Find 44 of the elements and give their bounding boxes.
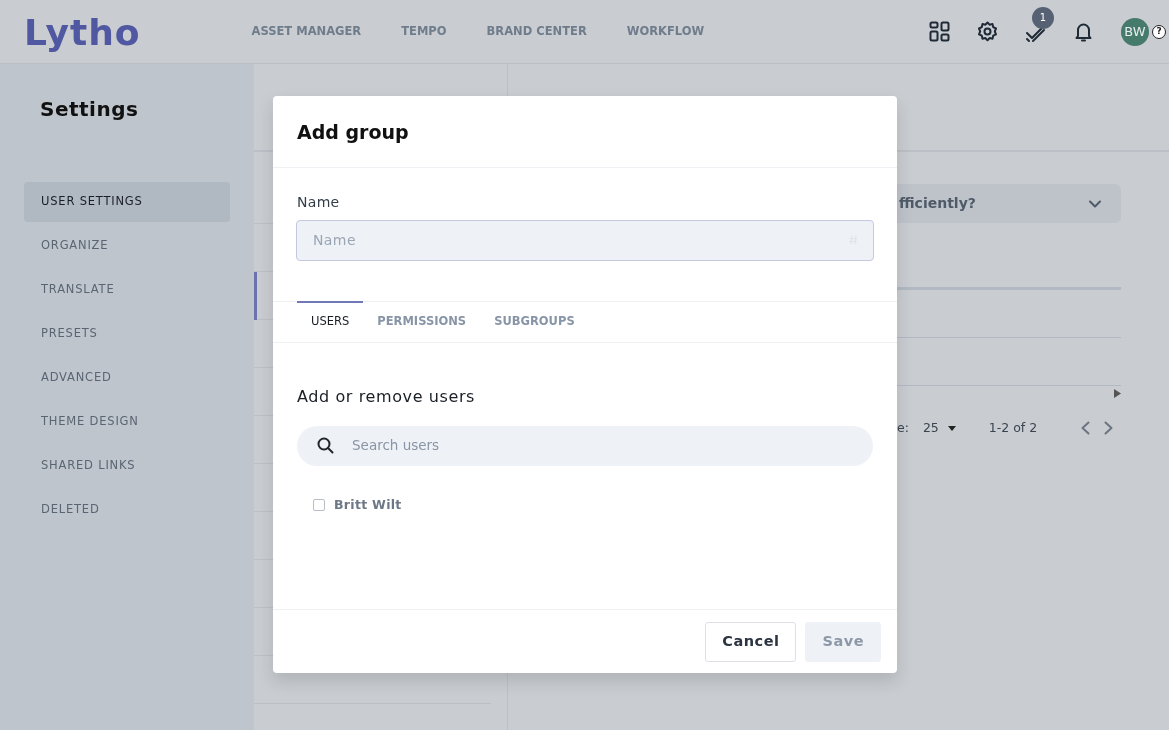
field-label: Name [297,192,341,212]
search-icon [317,437,334,454]
name-field[interactable]: Name [296,219,874,261]
chevron-down-icon [1089,199,1101,208]
tab[interactable]: PERMISSIONS [363,300,481,342]
notification-badge: 1 [1032,6,1054,29]
sidebar-item[interactable]: TRANSLATE [24,270,230,310]
chevron-left-icon[interactable] [1081,421,1091,436]
sidebar-item[interactable]: ADVANCED [24,358,230,398]
chevron-right-icon[interactable] [1104,421,1114,436]
apps-icon[interactable] [929,21,950,42]
section-title: Add or remove users [297,385,476,408]
user-avatar[interactable]: BW [1121,17,1149,46]
dialog-title: Add group [273,96,897,168]
sidebar-item[interactable]: ORGANIZE [24,226,230,266]
help-button[interactable]: ? [1152,24,1166,39]
tab[interactable]: SUBGROUPS [480,300,589,342]
tab[interactable]: USERS [297,300,364,342]
bell-icon[interactable] [1073,21,1094,42]
search-field[interactable]: Search users [297,425,873,466]
per-page-label: e: [897,419,909,437]
settings-icon[interactable] [977,21,998,42]
sidebar-item[interactable]: DELETED [24,490,230,530]
nav-link[interactable]: TEMPO [401,22,447,41]
selection-indicator [254,272,257,320]
name-input[interactable]: Name [311,228,849,252]
page-range: 1-2 of 2 [988,419,1038,437]
faq-question: fficiently? [899,194,976,213]
nav-link[interactable]: ASSET MANAGER [251,22,362,41]
sidebar-title: Settings [40,96,140,123]
logo[interactable]: Lytho [24,14,141,51]
per-page-select[interactable]: 25 [922,419,956,438]
sidebar-item[interactable]: PRESETS [24,314,230,354]
search-input[interactable]: Search users [350,434,857,457]
dialog-button[interactable]: Cancel [705,621,797,662]
sidebar-item[interactable]: USER SETTINGS [24,182,230,222]
nav-link[interactable]: WORKFLOW [626,22,705,41]
sidebar-item[interactable]: SHARED LINKS [24,446,230,486]
user-name: Britt Wilt [334,495,402,514]
checkbox[interactable] [313,498,325,511]
sidebar-item[interactable]: THEME DESIGN [24,402,230,442]
nav-link[interactable]: BRAND CENTER [486,22,587,41]
caret-down-icon [947,425,956,431]
scroll-right-icon[interactable] [1114,389,1121,398]
